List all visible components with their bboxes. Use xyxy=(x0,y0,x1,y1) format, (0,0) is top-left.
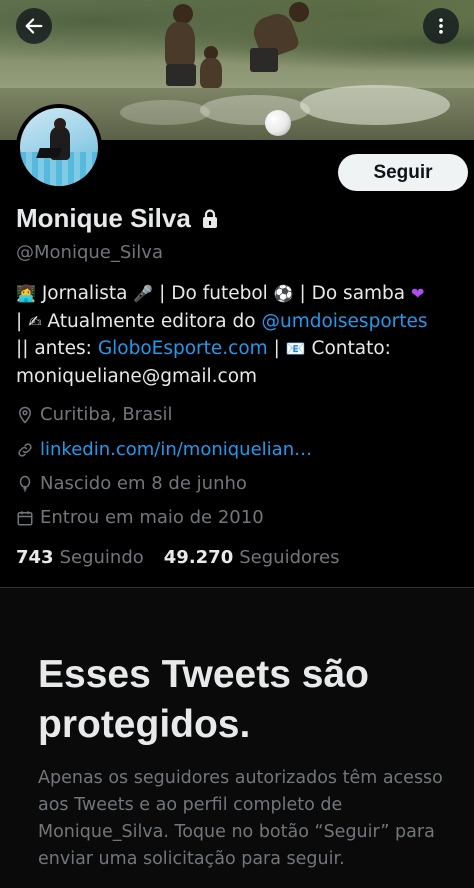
profile-bio: 👩‍💻 Jornalista 🎤 | Do futebol ⚽ | Do sam… xyxy=(16,280,462,390)
back-button[interactable] xyxy=(16,8,52,44)
bio-line: 👩‍💻 Jornalista 🎤 | Do futebol ⚽ | Do sam… xyxy=(16,280,462,308)
link-icon xyxy=(18,442,32,457)
laptop-icon xyxy=(36,148,62,158)
profile-joined: Entrou em maio de 2010 xyxy=(16,507,264,528)
bio-line: | ✍ Atualmente editora do @umdoisesporte… xyxy=(16,308,462,336)
bio-line: || antes: GloboEsporte.com | 📧 Contato: xyxy=(16,335,462,363)
email-emoji-icon: 📧 xyxy=(285,339,306,358)
following-label: Seguindo xyxy=(59,547,144,568)
following-count: 743 xyxy=(16,547,54,568)
bio-text: Atualmente editora do xyxy=(47,310,256,332)
protected-description: Apenas os seguidores autorizados têm ace… xyxy=(38,768,443,869)
bio-text: Jornalista xyxy=(41,283,128,304)
profile-stats: 743 Seguindo 49.270 Seguidores xyxy=(16,547,359,568)
more-vertical-icon xyxy=(439,18,443,34)
bio-text: Contato: xyxy=(311,338,391,359)
joined-text: Entrou em maio de 2010 xyxy=(40,507,264,528)
website-link[interactable]: linkedin.com/in/moniquelian… xyxy=(40,439,312,460)
purple-heart-emoji-icon: ❤ xyxy=(411,284,425,303)
profile-name: Monique Silva xyxy=(16,203,191,233)
kid-figure xyxy=(173,4,193,24)
calendar-icon xyxy=(17,510,33,525)
avatar[interactable] xyxy=(16,104,102,190)
kid-figure xyxy=(166,64,196,86)
followers-label: Seguidores xyxy=(239,547,340,568)
kid-figure xyxy=(165,22,195,67)
water-splash xyxy=(120,100,210,125)
location-text: Curitiba, Brasil xyxy=(40,404,173,425)
following-stat[interactable]: 743 Seguindo xyxy=(16,547,144,568)
banner-foliage xyxy=(0,0,474,70)
follow-button[interactable]: Seguir xyxy=(338,154,468,191)
bio-email: moniqueliane@gmail.com xyxy=(16,365,258,387)
water-splash xyxy=(300,85,450,125)
profile-website[interactable]: linkedin.com/in/moniquelian… xyxy=(16,439,312,460)
bio-line: moniqueliane@gmail.com xyxy=(16,363,462,391)
microphone-emoji-icon: 🎤 xyxy=(133,284,154,303)
profile-birthday: Nascido em 8 de junho xyxy=(16,473,247,494)
avatar-image xyxy=(20,108,98,186)
bio-text: || antes: xyxy=(16,338,92,359)
soccer-ball xyxy=(265,110,291,136)
bio-text: | Do futebol xyxy=(159,283,268,304)
writing-hand-emoji-icon: ✍ xyxy=(28,311,42,331)
bio-text: | xyxy=(16,310,23,332)
followers-stat[interactable]: 49.270 Seguidores xyxy=(164,547,340,568)
bio-text: | Do samba xyxy=(299,283,406,304)
balloon-icon xyxy=(19,475,31,491)
kid-figure xyxy=(200,58,222,88)
profile-name-row: Monique Silva xyxy=(16,203,219,234)
birthday-text: Nascido em 8 de junho xyxy=(40,473,247,494)
bio-mention-link[interactable]: @umdoisesportes xyxy=(261,311,427,332)
kid-figure xyxy=(289,2,309,22)
arrow-left-icon xyxy=(25,18,43,34)
avatar-person-head xyxy=(54,118,66,130)
water-splash xyxy=(200,95,310,125)
more-options-button[interactable] xyxy=(423,8,459,44)
followers-count: 49.270 xyxy=(163,547,234,568)
bio-website-link[interactable]: GloboEsporte.com xyxy=(98,338,268,359)
protected-title: Esses Tweets são protegidos. xyxy=(38,653,369,746)
profile-handle: @Monique_Silva xyxy=(16,242,163,263)
profile-location: Curitiba, Brasil xyxy=(16,404,173,425)
technologist-emoji-icon: 👩‍💻 xyxy=(16,284,36,303)
bio-text: | xyxy=(273,338,280,359)
location-pin-icon xyxy=(18,406,32,424)
lock-icon xyxy=(202,208,217,228)
kid-figure xyxy=(250,48,278,72)
soccer-ball-emoji-icon: ⚽ xyxy=(273,284,294,303)
